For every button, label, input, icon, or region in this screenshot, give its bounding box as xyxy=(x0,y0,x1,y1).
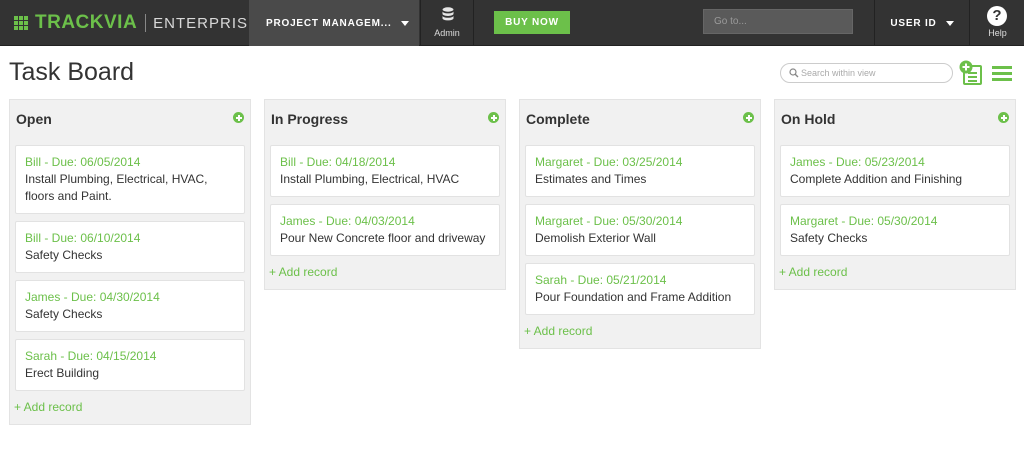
task-card[interactable]: Sarah - Due: 05/21/2014 Pour Foundation … xyxy=(525,263,755,315)
task-board: Open Bill - Due: 06/05/2014 Install Plum… xyxy=(9,99,1016,439)
card-description: Complete Addition and Finishing xyxy=(790,172,963,186)
column-title: In Progress xyxy=(271,111,349,127)
card-description: Safety Checks xyxy=(790,231,868,245)
add-record-link[interactable]: + Add record xyxy=(779,265,1015,279)
task-card[interactable]: Bill - Due: 04/18/2014 Install Plumbing,… xyxy=(270,145,500,197)
add-record-icon[interactable] xyxy=(959,60,983,85)
board-column-on-hold: On Hold James - Due: 05/23/2014 Complete… xyxy=(774,99,1016,290)
card-assignee-due: Margaret - Due: 05/30/2014 xyxy=(790,214,938,228)
task-card[interactable]: Bill - Due: 06/10/2014 Safety Checks xyxy=(15,221,245,273)
add-card-icon[interactable] xyxy=(233,112,244,123)
logo-brand-text: TRACKVIA xyxy=(35,12,138,33)
logo-divider xyxy=(145,14,147,32)
search-icon xyxy=(789,68,799,78)
card-assignee-due: Bill - Due: 06/10/2014 xyxy=(25,231,141,245)
card-description: Demolish Exterior Wall xyxy=(535,231,656,245)
card-description: Estimates and Times xyxy=(535,172,647,186)
card-assignee-due: Margaret - Due: 05/30/2014 xyxy=(535,214,683,228)
project-menu-dropdown[interactable]: PROJECT MANAGEM... xyxy=(249,0,419,46)
card-assignee-due: James - Due: 05/23/2014 xyxy=(790,155,925,169)
card-assignee-due: James - Due: 04/30/2014 xyxy=(25,290,160,304)
add-record-link[interactable]: + Add record xyxy=(524,324,760,338)
question-circle-icon: ? xyxy=(987,6,1007,26)
list-view-icon[interactable] xyxy=(992,66,1012,81)
column-title: On Hold xyxy=(781,111,836,127)
card-description: Pour Foundation and Frame Addition xyxy=(535,290,732,304)
add-record-link[interactable]: + Add record xyxy=(269,265,505,279)
column-header: On Hold xyxy=(775,100,1015,138)
card-description: Install Plumbing, Electrical, HVAC xyxy=(280,172,460,186)
add-record-link[interactable]: + Add record xyxy=(14,400,250,414)
task-card[interactable]: Sarah - Due: 04/15/2014 Erect Building xyxy=(15,339,245,391)
trackvia-logo[interactable]: TRACKVIA ENTERPRISE xyxy=(14,11,259,35)
card-description: Pour New Concrete floor and driveway xyxy=(280,231,486,245)
card-description: Safety Checks xyxy=(25,248,103,262)
help-button[interactable]: ? Help xyxy=(971,0,1024,46)
column-header: Open xyxy=(10,100,250,138)
admin-button[interactable]: Admin xyxy=(420,0,474,46)
card-assignee-due: Margaret - Due: 03/25/2014 xyxy=(535,155,683,169)
add-card-icon[interactable] xyxy=(488,112,499,123)
column-title: Open xyxy=(16,111,52,127)
task-card[interactable]: Margaret - Due: 05/30/2014 Demolish Exte… xyxy=(525,204,755,256)
user-menu-dropdown[interactable]: USER ID xyxy=(874,0,970,46)
board-column-complete: Complete Margaret - Due: 03/25/2014 Esti… xyxy=(519,99,761,349)
column-header: In Progress xyxy=(265,100,505,138)
card-description: Install Plumbing, Electrical, HVAC, floo… xyxy=(25,172,208,203)
buy-now-button[interactable]: BUY NOW xyxy=(494,11,570,34)
top-nav-bar: TRACKVIA ENTERPRISE PROJECT MANAGEM... A… xyxy=(0,0,1024,46)
add-card-icon[interactable] xyxy=(743,112,754,123)
database-icon xyxy=(442,7,454,21)
column-header: Complete xyxy=(520,100,760,138)
task-card[interactable]: James - Due: 04/30/2014 Safety Checks xyxy=(15,280,245,332)
logo-edition-text: ENTERPRISE xyxy=(153,14,260,32)
card-assignee-due: Sarah - Due: 04/15/2014 xyxy=(25,349,157,363)
board-column-open: Open Bill - Due: 06/05/2014 Install Plum… xyxy=(9,99,251,425)
search-input[interactable] xyxy=(801,65,949,81)
goto-input[interactable] xyxy=(703,9,853,34)
help-label: Help xyxy=(988,28,1007,38)
card-description: Safety Checks xyxy=(25,307,103,321)
task-card[interactable]: Margaret - Due: 03/25/2014 Estimates and… xyxy=(525,145,755,197)
task-card[interactable]: James - Due: 04/03/2014 Pour New Concret… xyxy=(270,204,500,256)
card-assignee-due: Bill - Due: 06/05/2014 xyxy=(25,155,141,169)
page-title: Task Board xyxy=(9,58,135,86)
project-menu-label: PROJECT MANAGEM... xyxy=(266,17,392,29)
chevron-down-icon xyxy=(945,20,954,26)
add-card-icon[interactable] xyxy=(998,112,1009,123)
board-column-in-progress: In Progress Bill - Due: 04/18/2014 Insta… xyxy=(264,99,506,290)
task-card[interactable]: James - Due: 05/23/2014 Complete Additio… xyxy=(780,145,1010,197)
card-assignee-due: James - Due: 04/03/2014 xyxy=(280,214,415,228)
logo-grid-icon xyxy=(14,16,28,30)
search-within-view[interactable] xyxy=(780,63,953,83)
card-assignee-due: Sarah - Due: 05/21/2014 xyxy=(535,273,667,287)
task-card[interactable]: Bill - Due: 06/05/2014 Install Plumbing,… xyxy=(15,145,245,214)
card-description: Erect Building xyxy=(25,366,100,380)
task-card[interactable]: Margaret - Due: 05/30/2014 Safety Checks xyxy=(780,204,1010,256)
admin-label: Admin xyxy=(434,28,460,38)
chevron-down-icon xyxy=(400,20,409,26)
user-id-label: USER ID xyxy=(890,17,937,29)
column-title: Complete xyxy=(526,111,590,127)
card-assignee-due: Bill - Due: 04/18/2014 xyxy=(280,155,396,169)
